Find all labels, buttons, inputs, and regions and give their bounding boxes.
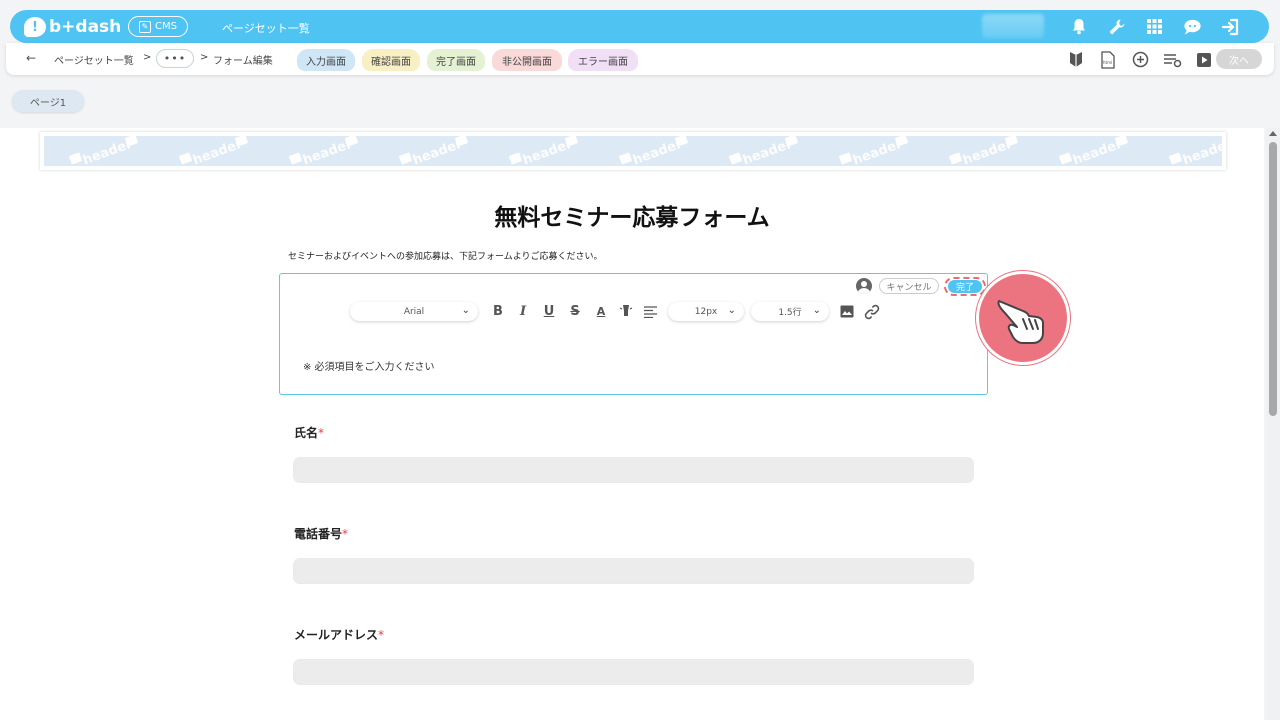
header-watermark-image-icon xyxy=(674,136,689,147)
header-watermark-image-icon xyxy=(234,136,249,147)
link-icon[interactable] xyxy=(864,303,880,320)
next-button[interactable]: 次へ xyxy=(1216,49,1262,69)
support-icon[interactable] xyxy=(1182,16,1203,37)
user-info-blurred[interactable] xyxy=(982,14,1044,38)
form-description: セミナーおよびイベントへの参加応募は、下記フォームよりご応募ください。 xyxy=(288,252,603,262)
header-watermark-image-icon xyxy=(564,136,579,147)
beginner-icon[interactable] xyxy=(1066,50,1086,69)
chevron-down-icon: ⌄ xyxy=(461,305,470,316)
phone-input[interactable] xyxy=(293,558,974,584)
cms-button[interactable]: ✎ CMS xyxy=(128,16,188,37)
pointing-hand-icon xyxy=(997,300,1044,344)
header-watermark-image-icon xyxy=(894,136,909,147)
logo-icon: ! xyxy=(24,17,46,37)
svg-text:html: html xyxy=(1103,60,1112,65)
email-input[interactable] xyxy=(293,659,974,685)
underline-icon[interactable]: U xyxy=(541,303,557,320)
header-title[interactable]: ページセット一覧 xyxy=(222,20,310,36)
font-family-value: Arial xyxy=(403,306,425,317)
app-logo[interactable]: ! b+dash xyxy=(24,16,121,38)
name-input[interactable] xyxy=(293,457,974,483)
top-header: ! b+dash ✎ CMS ページセット一覧 xyxy=(10,10,1269,43)
font-color-icon[interactable]: A xyxy=(593,303,609,320)
grid-icon[interactable] xyxy=(1144,16,1165,37)
header-icons xyxy=(1068,16,1241,37)
font-family-select[interactable]: Arial ⌄ xyxy=(350,302,478,321)
edit-icon: ✎ xyxy=(139,20,152,33)
header-watermark-image-icon xyxy=(1114,136,1129,147)
header-watermark-text: header xyxy=(1180,136,1222,166)
breadcrumb-form-edit: フォーム編集 xyxy=(213,56,273,67)
align-icon[interactable] xyxy=(642,303,658,320)
field-label-text: 電話番号 xyxy=(294,527,343,541)
required-marker: * xyxy=(318,426,325,440)
tab-private-screen[interactable]: 非公開画面 xyxy=(492,49,562,71)
chevron-down-icon: ⌄ xyxy=(812,305,821,316)
user-avatar-icon xyxy=(856,278,872,294)
logo-text: b+dash xyxy=(49,17,122,37)
scrollbar-thumb[interactable] xyxy=(1269,142,1277,416)
breadcrumb-more-button[interactable]: ••• xyxy=(156,49,194,68)
bell-icon[interactable] xyxy=(1068,16,1089,37)
field-label-phone: 電話番号* xyxy=(294,525,348,542)
editor-content-text[interactable]: ※ 必須項目をご入力ください xyxy=(303,358,435,373)
header-watermark-image-icon xyxy=(1004,136,1019,147)
header-watermark-image-icon xyxy=(124,136,139,147)
image-icon[interactable] xyxy=(839,303,855,320)
font-size-select[interactable]: 12px ⌄ xyxy=(668,302,744,321)
field-label-text: メールアドレス xyxy=(294,628,379,642)
cms-label: CMS xyxy=(155,21,177,32)
done-button-label: 完了 xyxy=(948,280,982,293)
tab-input-screen[interactable]: 入力画面 xyxy=(297,49,355,71)
html-file-icon[interactable]: html xyxy=(1098,50,1118,69)
breadcrumb-separator: > xyxy=(200,52,209,63)
back-arrow-icon[interactable]: ← xyxy=(26,51,36,65)
breadcrumb-page-set-list[interactable]: ページセット一覧 xyxy=(54,52,134,67)
tab-confirm-screen[interactable]: 確認画面 xyxy=(362,49,420,71)
done-button[interactable]: 完了 xyxy=(944,277,986,296)
line-height-select[interactable]: 1.5行 ⌄ xyxy=(751,302,829,321)
wrench-icon[interactable] xyxy=(1106,16,1127,37)
line-height-value: 1.5行 xyxy=(778,308,802,318)
required-marker: * xyxy=(378,628,385,642)
strikethrough-icon[interactable]: S xyxy=(567,303,583,320)
settings-list-icon[interactable] xyxy=(1162,50,1182,69)
logout-icon[interactable] xyxy=(1220,16,1241,37)
header-watermark-image-icon xyxy=(344,136,359,147)
breadcrumb-separator: > xyxy=(143,52,152,63)
tap-pointer-indicator xyxy=(976,271,1070,365)
bold-icon[interactable]: B xyxy=(490,303,506,320)
highlight-icon[interactable] xyxy=(618,303,634,320)
field-label-email: メールアドレス* xyxy=(294,626,384,643)
field-label-text: 氏名 xyxy=(294,426,319,440)
sub-navbar: ← ページセット一覧 > ••• > フォーム編集 入力画面 確認画面 完了画面… xyxy=(6,43,1274,75)
add-circle-icon[interactable] xyxy=(1130,50,1150,69)
chevron-down-icon: ⌄ xyxy=(727,305,736,316)
page-tab-1[interactable]: ページ1 xyxy=(12,90,84,112)
header-watermark-image-icon xyxy=(454,136,469,147)
header-watermark-image-icon xyxy=(784,136,799,147)
tab-complete-screen[interactable]: 完了画面 xyxy=(427,49,485,71)
field-label-name: 氏名* xyxy=(294,424,324,441)
required-marker: * xyxy=(342,527,349,541)
header-placeholder: header header header header header header head… xyxy=(44,136,1222,166)
italic-icon[interactable]: I xyxy=(515,303,531,320)
form-title: 無料セミナー応募フォーム xyxy=(494,205,770,231)
tab-error-screen[interactable]: エラー画面 xyxy=(568,49,638,71)
video-icon[interactable] xyxy=(1194,50,1214,69)
cancel-button[interactable]: キャンセル xyxy=(879,278,939,294)
font-size-value: 12px xyxy=(694,306,718,317)
scroll-up-arrow-icon[interactable] xyxy=(1269,131,1277,136)
toolbar-icons: html xyxy=(1066,50,1214,69)
header-block[interactable]: header header header header header header head… xyxy=(40,132,1226,170)
